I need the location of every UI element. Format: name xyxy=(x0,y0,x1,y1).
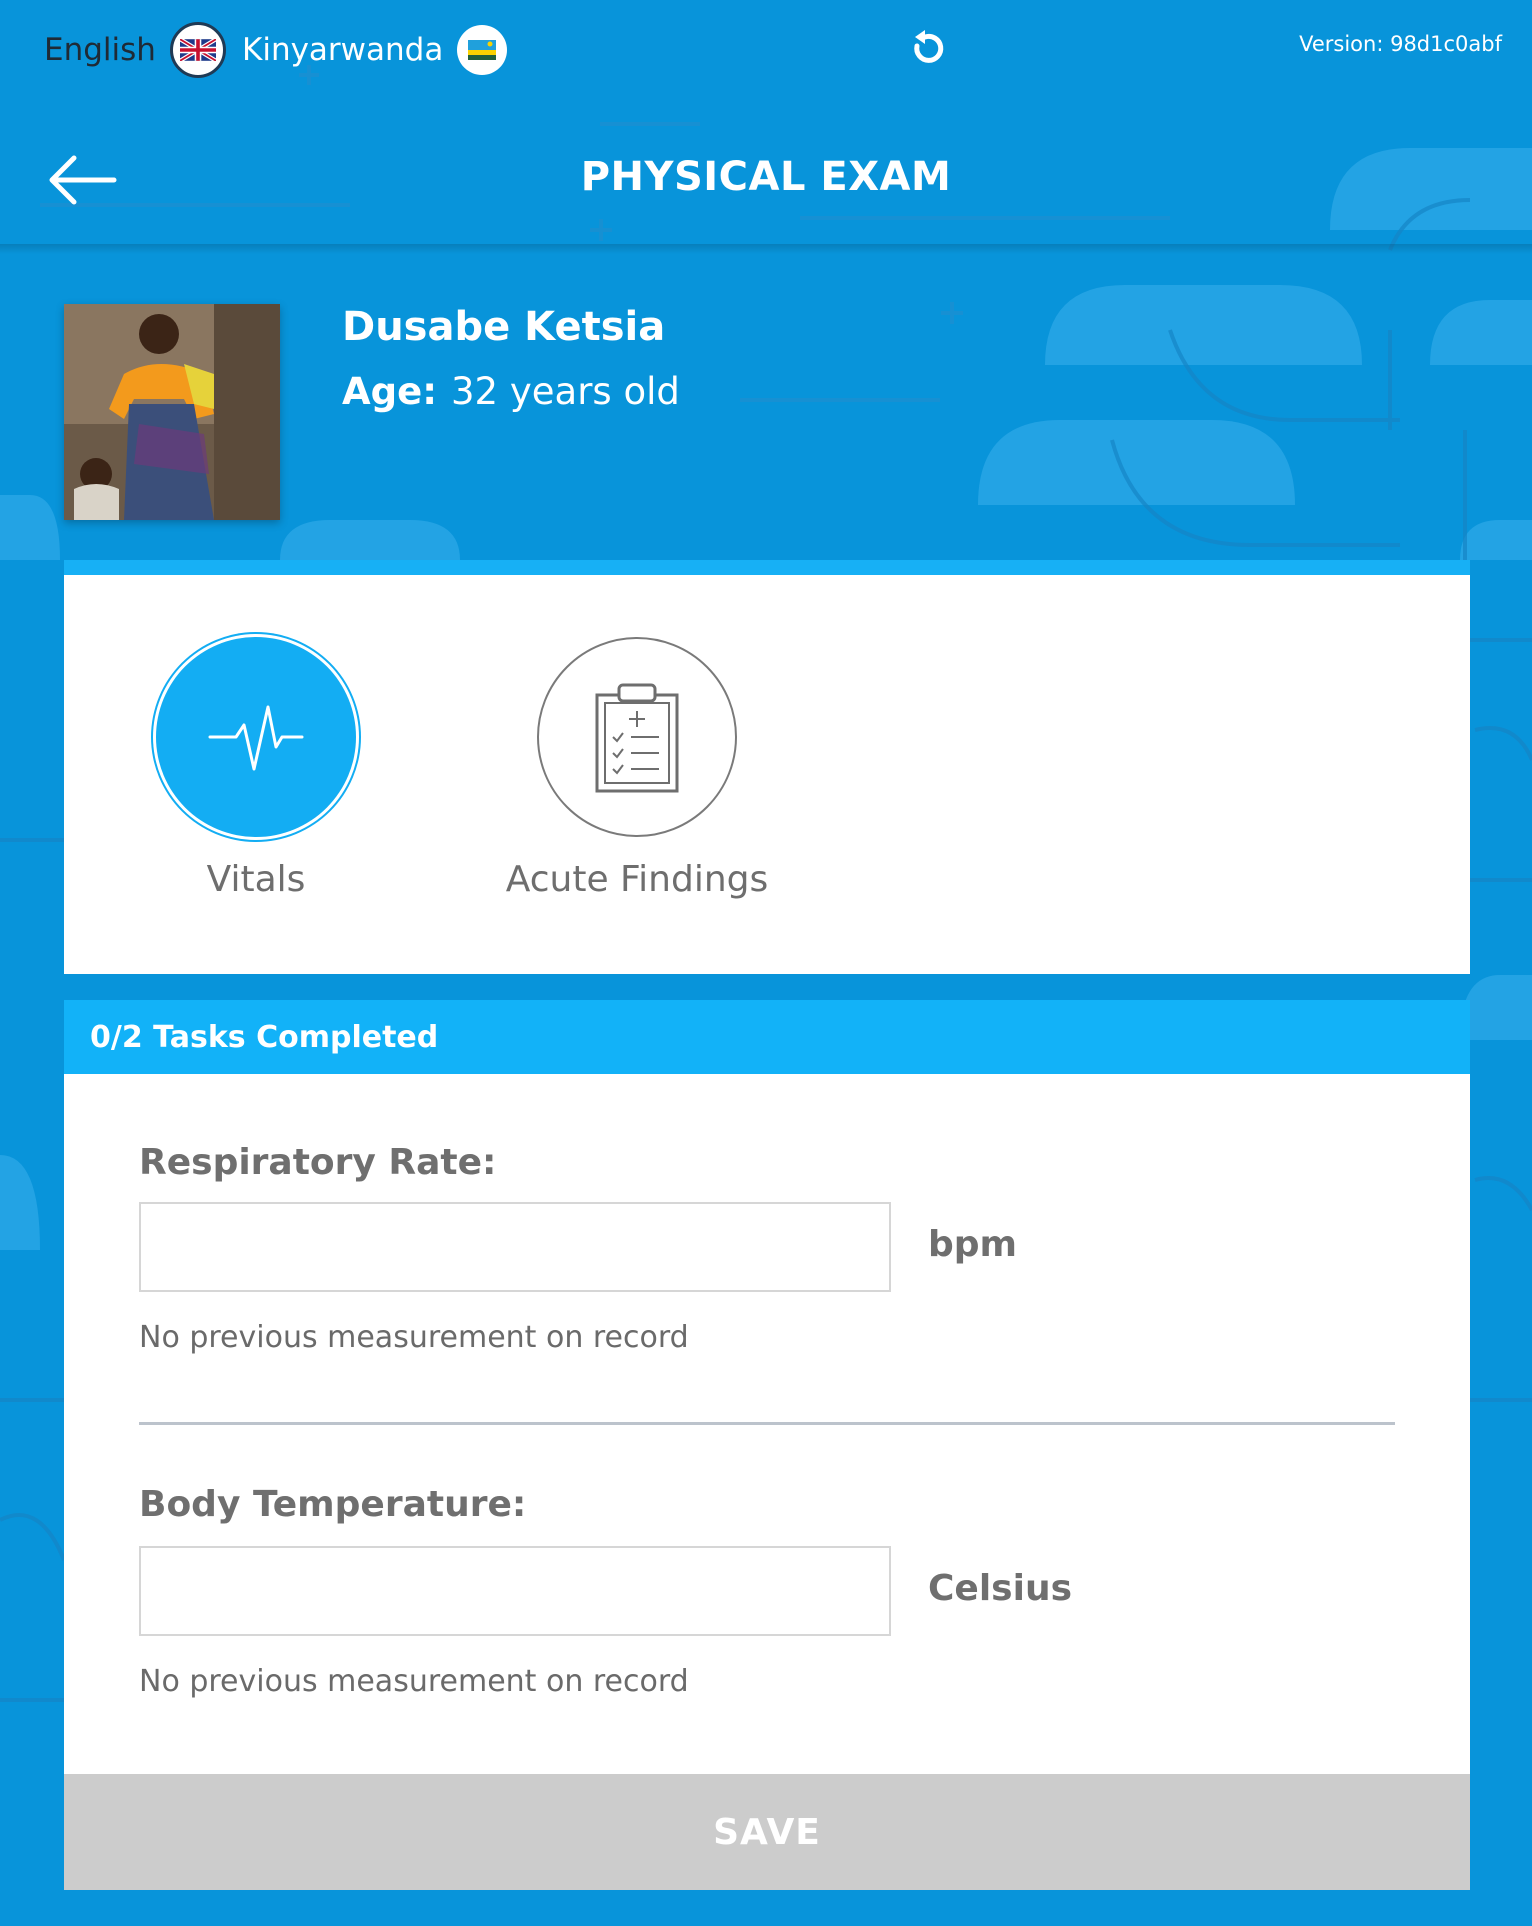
heartbeat-icon xyxy=(156,637,356,837)
page-header: PHYSICAL EXAM xyxy=(0,110,1532,250)
language-english[interactable]: English xyxy=(44,18,226,82)
respiratory-rate-label: Respiratory Rate: xyxy=(139,1142,497,1183)
page-title: PHYSICAL EXAM xyxy=(580,154,952,200)
field-divider xyxy=(139,1422,1395,1425)
vitals-form-card: 0/2 Tasks Completed Respiratory Rate: bp… xyxy=(64,1000,1470,1890)
version-label: Version: 98d1c0abf xyxy=(1299,32,1502,56)
respiratory-rate-note: No previous measurement on record xyxy=(139,1320,689,1355)
body-temperature-unit: Celsius xyxy=(928,1568,1072,1609)
rwanda-flag-icon xyxy=(457,25,508,75)
language-kinyarwanda-label: Kinyarwanda xyxy=(242,32,444,68)
clipboard-checklist-icon xyxy=(537,637,737,837)
patient-age-label: Age: xyxy=(342,370,438,413)
body-temperature-input[interactable] xyxy=(139,1546,891,1636)
language-kinyarwanda[interactable]: Kinyarwanda xyxy=(242,18,508,82)
tab-acute-findings[interactable]: Acute Findings xyxy=(467,637,807,900)
save-button[interactable]: SAVE xyxy=(64,1774,1470,1890)
patient-age-value: 32 years old xyxy=(451,370,680,413)
refresh-icon[interactable] xyxy=(903,24,953,74)
uk-flag-icon xyxy=(169,22,226,78)
tab-vitals[interactable]: Vitals xyxy=(126,637,386,900)
body-temperature-note: No previous measurement on record xyxy=(139,1664,689,1699)
body-temperature-label: Body Temperature: xyxy=(139,1484,527,1525)
header-shadow xyxy=(0,244,1532,254)
patient-age: Age: 32 years old xyxy=(342,370,680,413)
patient-name: Dusabe Ketsia xyxy=(342,304,666,350)
tasks-progress: 0/2 Tasks Completed xyxy=(64,1000,1470,1074)
top-bar: English Kinyarwanda Version: 98d1c0abf xyxy=(0,0,1532,110)
respiratory-rate-input[interactable] xyxy=(139,1202,891,1292)
patient-photo xyxy=(64,304,280,520)
respiratory-rate-unit: bpm xyxy=(928,1224,1018,1265)
tab-acute-findings-label: Acute Findings xyxy=(505,859,769,900)
language-english-label: English xyxy=(44,32,156,68)
exam-tabs-card: Vitals Acute Findings xyxy=(64,560,1470,974)
tab-vitals-label: Vitals xyxy=(206,859,306,900)
